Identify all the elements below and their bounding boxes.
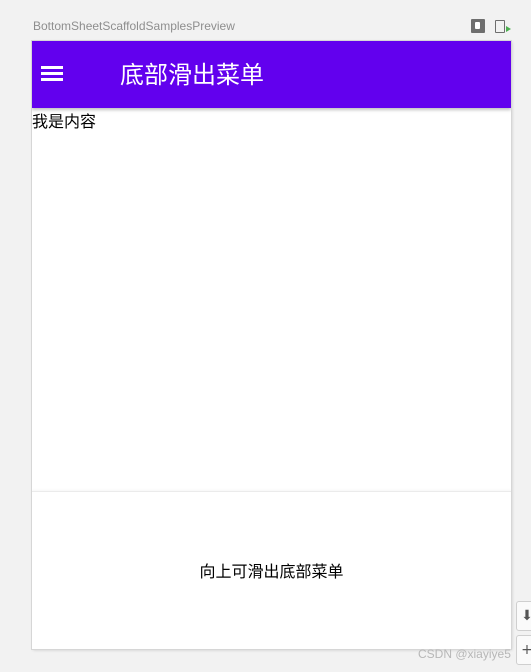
hamburger-menu-icon[interactable] — [41, 65, 63, 83]
zoom-in-button[interactable]: + — [516, 635, 531, 665]
content-text: 我是内容 — [32, 112, 97, 131]
deploy-preview-icon[interactable] — [471, 19, 485, 33]
preview-toolbar — [471, 19, 511, 33]
run-preview-icon[interactable] — [495, 20, 511, 33]
bottom-sheet[interactable]: 向上可滑出底部菜单 — [32, 491, 511, 649]
top-app-bar: 底部滑出菜单 — [32, 41, 511, 108]
ide-preview-pane: BottomSheetScaffoldSamplesPreview 底部滑出菜单… — [0, 0, 531, 672]
preview-title: BottomSheetScaffoldSamplesPreview — [33, 19, 235, 33]
bottom-sheet-text: 向上可滑出底部菜单 — [199, 562, 344, 581]
device-preview-frame: 底部滑出菜单 我是内容 向上可滑出底部菜单 — [32, 41, 511, 649]
scroll-down-button[interactable]: ⬇ — [516, 601, 531, 631]
app-bar-title: 底部滑出菜单 — [120, 61, 264, 89]
watermark: CSDN @xiayiye5 — [418, 647, 511, 661]
